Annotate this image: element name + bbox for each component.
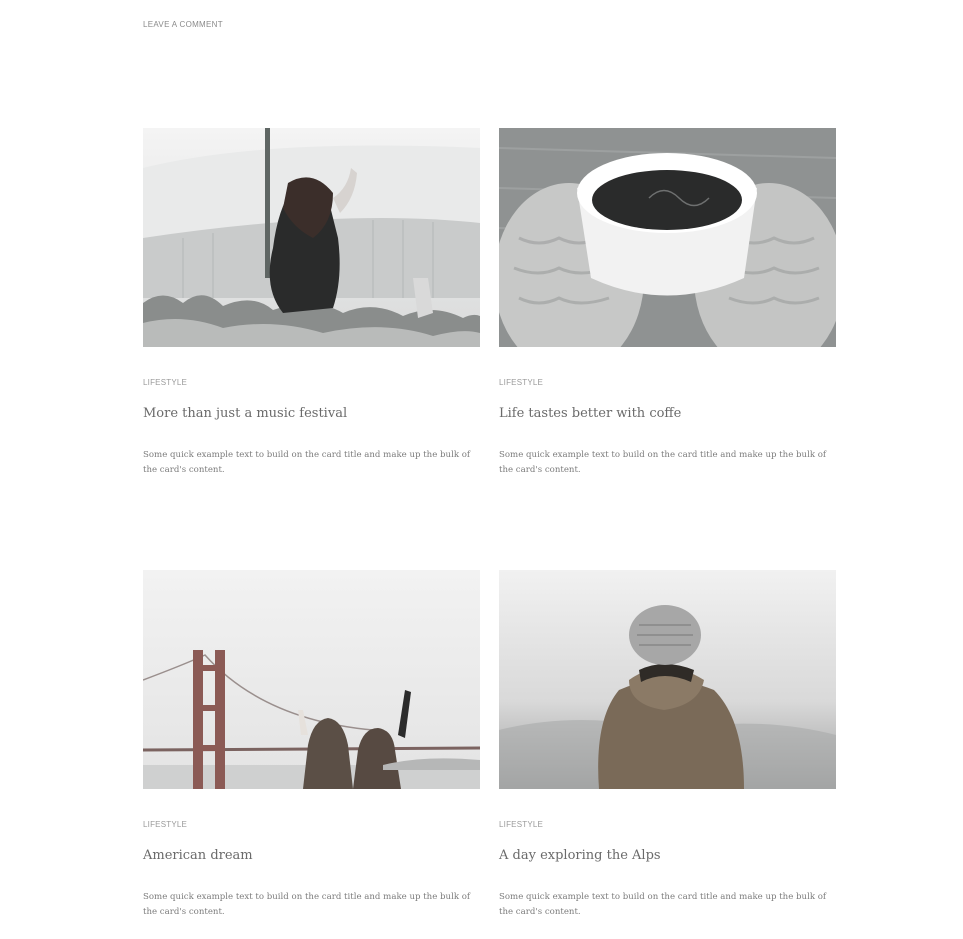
post-category[interactable]: LIFESTYLE: [499, 820, 543, 829]
post-title[interactable]: More than just a music festival: [143, 406, 347, 421]
post-excerpt: Some quick example text to build on the …: [143, 450, 471, 475]
concert-crowd-image: [143, 128, 480, 347]
post-category[interactable]: LIFESTYLE: [499, 378, 543, 387]
post-card: LIFESTYLE A day exploring the Alps Some …: [499, 570, 836, 917]
post-card: LIFESTYLE Life tastes better with coffe …: [499, 128, 836, 475]
post-excerpt: Some quick example text to build on the …: [143, 892, 471, 917]
post-title[interactable]: Life tastes better with coffe: [499, 406, 681, 421]
post-category[interactable]: LIFESTYLE: [143, 378, 187, 387]
post-card: LIFESTYLE American dream Some quick exam…: [143, 570, 480, 917]
post-image-bridge[interactable]: [143, 570, 480, 789]
post-image-alps[interactable]: [499, 570, 836, 789]
golden-gate-bridge-image: [143, 570, 480, 789]
coffee-cup-image: [499, 128, 836, 347]
post-category[interactable]: LIFESTYLE: [143, 820, 187, 829]
post-image-coffee[interactable]: [499, 128, 836, 347]
post-title[interactable]: American dream: [143, 848, 253, 863]
leave-comment-link[interactable]: LEAVE A COMMENT: [143, 20, 223, 29]
post-excerpt: Some quick example text to build on the …: [499, 892, 827, 917]
post-title[interactable]: A day exploring the Alps: [499, 848, 661, 863]
post-excerpt: Some quick example text to build on the …: [499, 450, 827, 475]
post-card: LIFESTYLE More than just a music festiva…: [143, 128, 480, 475]
post-image-concert[interactable]: [143, 128, 480, 347]
hiker-fog-image: [499, 570, 836, 789]
